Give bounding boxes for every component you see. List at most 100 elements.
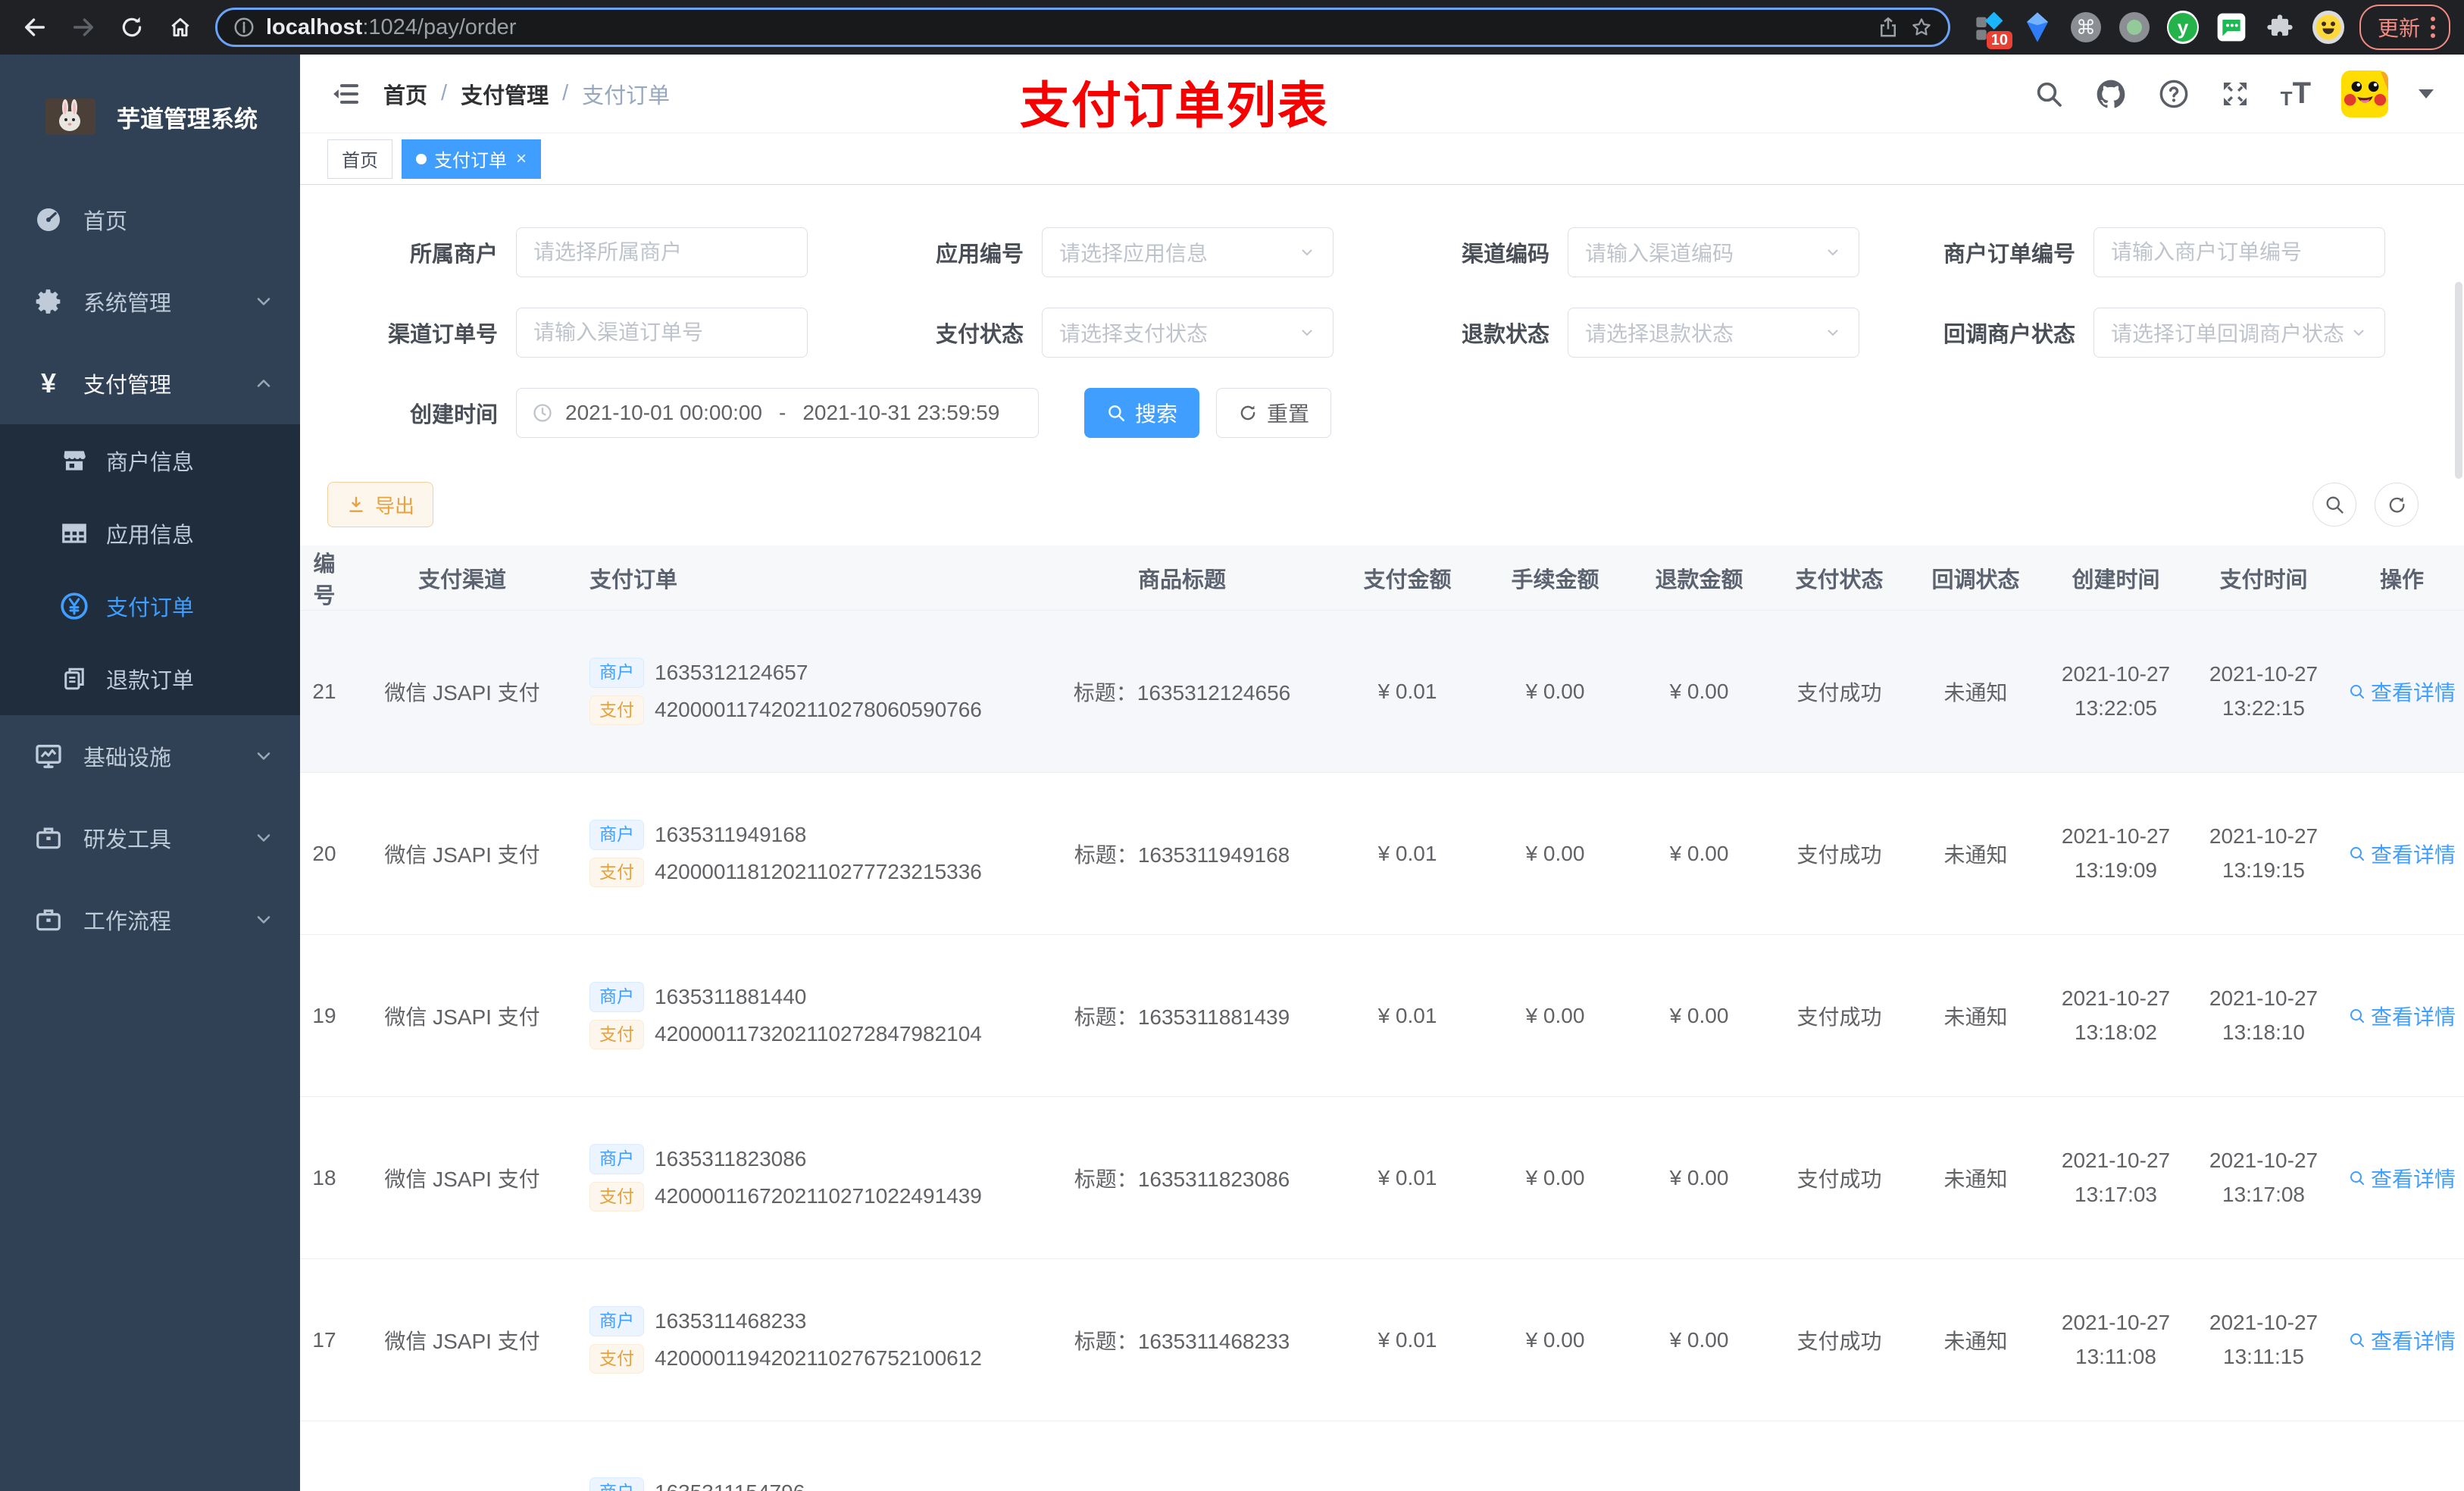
site-info-icon[interactable] (233, 16, 255, 39)
callback-status-filter-select[interactable]: 请选择订单回调商户状态 (2093, 308, 2385, 358)
table-row[interactable]: 20 微信 JSAPI 支付 商户 1635311949168 支付 4200001… (300, 773, 2464, 935)
extension-record-icon[interactable] (2118, 11, 2150, 43)
app-filter-select[interactable]: 请选择应用信息 (1042, 227, 1334, 277)
table-row[interactable]: 21 微信 JSAPI 支付 商户 1635312124657 支付 4200001… (300, 611, 2464, 773)
notify-text: 未通知 (1943, 1167, 2008, 1191)
export-button[interactable]: 导出 (327, 482, 434, 527)
app-title: 芋道管理系统 (117, 105, 258, 133)
date-range-end[interactable]: 2021-10-31 23:59:59 (802, 401, 999, 425)
extension-command-icon[interactable]: ⌘ (2070, 11, 2102, 43)
merchant-badge: 商户 (589, 1143, 644, 1174)
view-details-link[interactable]: 查看详情 (2348, 1325, 2456, 1355)
tag-label: 支付订单 (434, 151, 507, 171)
sidebar-item-system[interactable]: 系统管理 (0, 261, 300, 342)
breadcrumb-payment[interactable]: 支付管理 (461, 78, 549, 110)
browser-back-button[interactable] (14, 6, 56, 48)
pay-badge: 支付 (589, 857, 644, 888)
sidebar-item-home[interactable]: 首页 (0, 179, 300, 261)
sidebar-item-refund-order[interactable]: 退款订单 (0, 642, 300, 715)
refresh-table-button[interactable] (2375, 483, 2419, 527)
col-refund: 退款金额 (1655, 567, 1743, 592)
refund-status-filter-select[interactable]: 请选择退款状态 (1568, 308, 1859, 358)
sidebar-item-app-info[interactable]: 应用信息 (0, 497, 300, 570)
tag-home[interactable]: 首页 (327, 139, 392, 179)
reset-button[interactable]: 重置 (1216, 388, 1332, 438)
share-icon[interactable] (1877, 16, 1900, 39)
extension-emoji-icon[interactable] (2312, 11, 2344, 44)
sidebar-item-workflow[interactable]: 工作流程 (0, 879, 300, 961)
date-range-separator: - (779, 401, 786, 424)
merchant-order-no-filter-input[interactable] (2093, 227, 2385, 277)
status-text: 支付成功 (1796, 842, 1882, 867)
header-search-icon[interactable] (2034, 79, 2064, 109)
extension-chat-icon[interactable] (2215, 11, 2247, 43)
view-details-link[interactable]: 查看详情 (2348, 677, 2456, 707)
address-bar[interactable]: localhost:1024/pay/order (215, 8, 1950, 47)
create-time-range-picker[interactable]: 2021-10-01 00:00:00 - 2021-10-31 23:59:5… (516, 388, 1039, 438)
channel-code-filter-label: 渠道编码 (1461, 242, 1549, 267)
briefcase-icon (30, 824, 67, 852)
pay-status-filter-select[interactable]: 请选择支付状态 (1042, 308, 1334, 358)
view-details-link[interactable]: 查看详情 (2348, 1001, 2456, 1031)
chevron-down-icon (253, 746, 274, 767)
extension-kite-icon[interactable] (2022, 11, 2053, 43)
sidebar-item-merchant-info[interactable]: 商户信息 (0, 424, 300, 497)
sidebar-logo[interactable]: 芋道管理系统 (0, 55, 300, 179)
sidebar-item-label: 首页 (83, 210, 128, 234)
refund-status-filter-label: 退款状态 (1461, 323, 1549, 347)
github-icon[interactable] (2094, 77, 2128, 111)
fullscreen-icon[interactable] (2220, 79, 2250, 109)
search-button[interactable]: 搜索 (1084, 388, 1200, 438)
extension-sketch-icon[interactable]: 10 (1973, 11, 2012, 49)
help-icon[interactable] (2158, 78, 2190, 110)
browser-home-button[interactable] (159, 6, 202, 48)
table-row[interactable]: 商户1635311154796 (300, 1421, 2464, 1491)
scrollbar-thumb[interactable] (2455, 282, 2462, 479)
url-path: :1024/pay/order (362, 14, 517, 39)
export-button-label: 导出 (375, 494, 415, 517)
table-row[interactable]: 19 微信 JSAPI 支付 商户 1635311881440 支付 4200001… (300, 935, 2464, 1097)
magnifier-icon (2350, 1171, 2364, 1185)
view-details-link[interactable]: 查看详情 (2348, 1163, 2456, 1193)
browser-update-button[interactable]: 更新 (2359, 5, 2450, 50)
browser-reload-button[interactable] (111, 6, 153, 48)
tag-label: 首页 (342, 151, 378, 171)
channel-order-no-filter-label: 渠道订单号 (387, 323, 498, 347)
tag-pay-order[interactable]: 支付订单 × (402, 139, 542, 179)
channel-code-filter-select[interactable]: 请输入渠道编码 (1568, 227, 1859, 277)
browser-menu-icon[interactable] (2428, 17, 2438, 38)
tag-close-icon[interactable]: × (516, 148, 527, 170)
date-range-start[interactable]: 2021-10-01 00:00:00 (565, 401, 762, 425)
user-avatar[interactable] (2341, 70, 2388, 117)
sidebar-item-dev-tools[interactable]: 研发工具 (0, 797, 300, 879)
extension-y-icon[interactable]: y (2166, 11, 2199, 44)
merchant-filter-input[interactable] (516, 227, 808, 277)
browser-forward-button[interactable] (62, 6, 105, 48)
pay-status-filter-label: 支付状态 (935, 323, 1024, 347)
notify-text: 未通知 (1943, 680, 2008, 705)
extensions-puzzle-icon[interactable] (2264, 11, 2296, 43)
reset-button-label: 重置 (1267, 402, 1310, 426)
sidebar-item-pay-order[interactable]: 支付订单 (0, 570, 300, 642)
breadcrumb-home[interactable]: 首页 (383, 78, 427, 110)
view-details-link[interactable]: 查看详情 (2348, 839, 2456, 869)
sidebar-item-infrastructure[interactable]: 基础设施 (0, 715, 300, 797)
url-text[interactable]: localhost:1024/pay/order (266, 15, 1866, 40)
sidebar-item-label: 基础设施 (83, 746, 172, 771)
avatar-caret-icon[interactable] (2419, 89, 2434, 98)
toggle-search-button[interactable] (2312, 483, 2356, 527)
monitor-chart-icon (30, 741, 67, 771)
channel-order-no-filter-input[interactable] (516, 308, 808, 358)
col-status: 支付状态 (1795, 567, 1884, 592)
pay-badge: 支付 (589, 1019, 644, 1050)
bookmark-star-icon[interactable] (1910, 16, 1933, 39)
browser-extensions: 10 ⌘ y (1964, 11, 2353, 49)
table-row[interactable]: 17 微信 JSAPI 支付 商户 1635311468233 支付 4200001… (300, 1259, 2464, 1421)
merchant-badge: 商户 (589, 657, 644, 688)
table-row[interactable]: 18 微信 JSAPI 支付 商户 1635311823086 支付 4200001… (300, 1097, 2464, 1259)
sidebar-item-label: 系统管理 (83, 292, 172, 316)
font-size-icon[interactable]: TT (2281, 77, 2311, 111)
sidebar-fold-icon[interactable] (330, 79, 361, 109)
merchant-badge: 商户 (589, 981, 644, 1012)
sidebar-item-payment[interactable]: ¥ 支付管理 (0, 342, 300, 424)
